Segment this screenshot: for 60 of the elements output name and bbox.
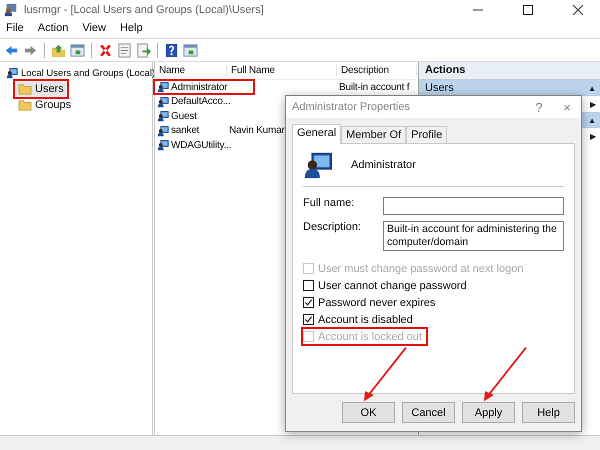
user-icon: [6, 67, 18, 79]
dialog-button[interactable]: Cancel: [402, 402, 455, 423]
user-name-cell[interactable]: DefaultAcco...: [155, 96, 230, 108]
user-icon: [157, 110, 169, 122]
checkbox-row[interactable]: User cannot change password: [303, 278, 471, 293]
close-button[interactable]: ×: [553, 100, 581, 114]
delete-icon[interactable]: [98, 42, 113, 58]
app-icon: [4, 3, 18, 17]
column-header[interactable]: Full Name: [227, 65, 337, 76]
description-cell-text: Built-in account f: [338, 82, 410, 93]
export-icon[interactable]: [136, 42, 151, 58]
maximize-button[interactable]: [523, 5, 533, 15]
actions-header: Actions: [419, 62, 600, 80]
field-label: Description:: [303, 221, 362, 233]
tab[interactable]: General: [292, 124, 342, 144]
menu-item[interactable]: Help: [120, 22, 143, 36]
checkbox[interactable]: [303, 297, 314, 308]
tab[interactable]: Member Of: [341, 126, 406, 143]
action-row[interactable]: Users ▲: [419, 80, 600, 96]
folder-up-icon[interactable]: [51, 42, 66, 58]
checkbox[interactable]: [303, 280, 314, 291]
checkbox-row[interactable]: Password never expires: [303, 295, 440, 310]
tree-item[interactable]: Groups: [15, 97, 74, 113]
user-icon: [157, 139, 169, 152]
input-field[interactable]: Built-in account for administering the computer/domain: [383, 221, 564, 251]
user-name-cell[interactable]: WDAGUtility...: [155, 139, 232, 152]
close-button[interactable]: [573, 5, 583, 15]
full-name-cell-text: Navin Kumar: [228, 125, 285, 136]
window-title: lusrmgr - [Local Users and Groups (Local)\Users]: [24, 4, 265, 16]
column-header[interactable]: Description: [337, 65, 417, 76]
document-icon[interactable]: [117, 42, 132, 58]
panel-icon[interactable]: [70, 42, 85, 58]
help-icon[interactable]: [164, 42, 179, 58]
user-icon: [157, 124, 169, 137]
user-name-cell[interactable]: sanket: [155, 124, 200, 137]
folder-icon: [18, 83, 32, 95]
folder-icon: [18, 99, 32, 111]
user-icon: [157, 81, 169, 94]
tab[interactable]: Profile: [406, 126, 448, 143]
dialog-title: Administrator Properties: [292, 101, 411, 113]
user-name-cell[interactable]: Administrator: [155, 81, 253, 94]
tree-item[interactable]: Users: [15, 81, 67, 97]
checkbox-row[interactable]: Account is disabled: [303, 312, 417, 327]
dialog-button[interactable]: Help: [522, 402, 575, 423]
menu-item[interactable]: Action: [38, 22, 68, 36]
field-label: Full name:: [303, 197, 356, 209]
checkbox[interactable]: [303, 314, 314, 325]
dialog-button[interactable]: OK: [342, 402, 395, 423]
panel-icon[interactable]: [183, 42, 198, 58]
tree-item[interactable]: Local Users and Groups (Local): [21, 68, 156, 78]
input-field[interactable]: [383, 197, 564, 215]
user-icon: [157, 96, 169, 108]
menu-item[interactable]: View: [82, 22, 106, 36]
dialog-button[interactable]: Apply: [462, 402, 515, 423]
menu-item[interactable]: File: [6, 22, 24, 36]
user-name: Administrator: [351, 159, 416, 171]
user-icon: [303, 150, 333, 180]
user-name-cell[interactable]: Guest: [155, 110, 197, 122]
column-header[interactable]: Name: [155, 65, 227, 76]
help-button[interactable]: ?: [525, 100, 553, 114]
